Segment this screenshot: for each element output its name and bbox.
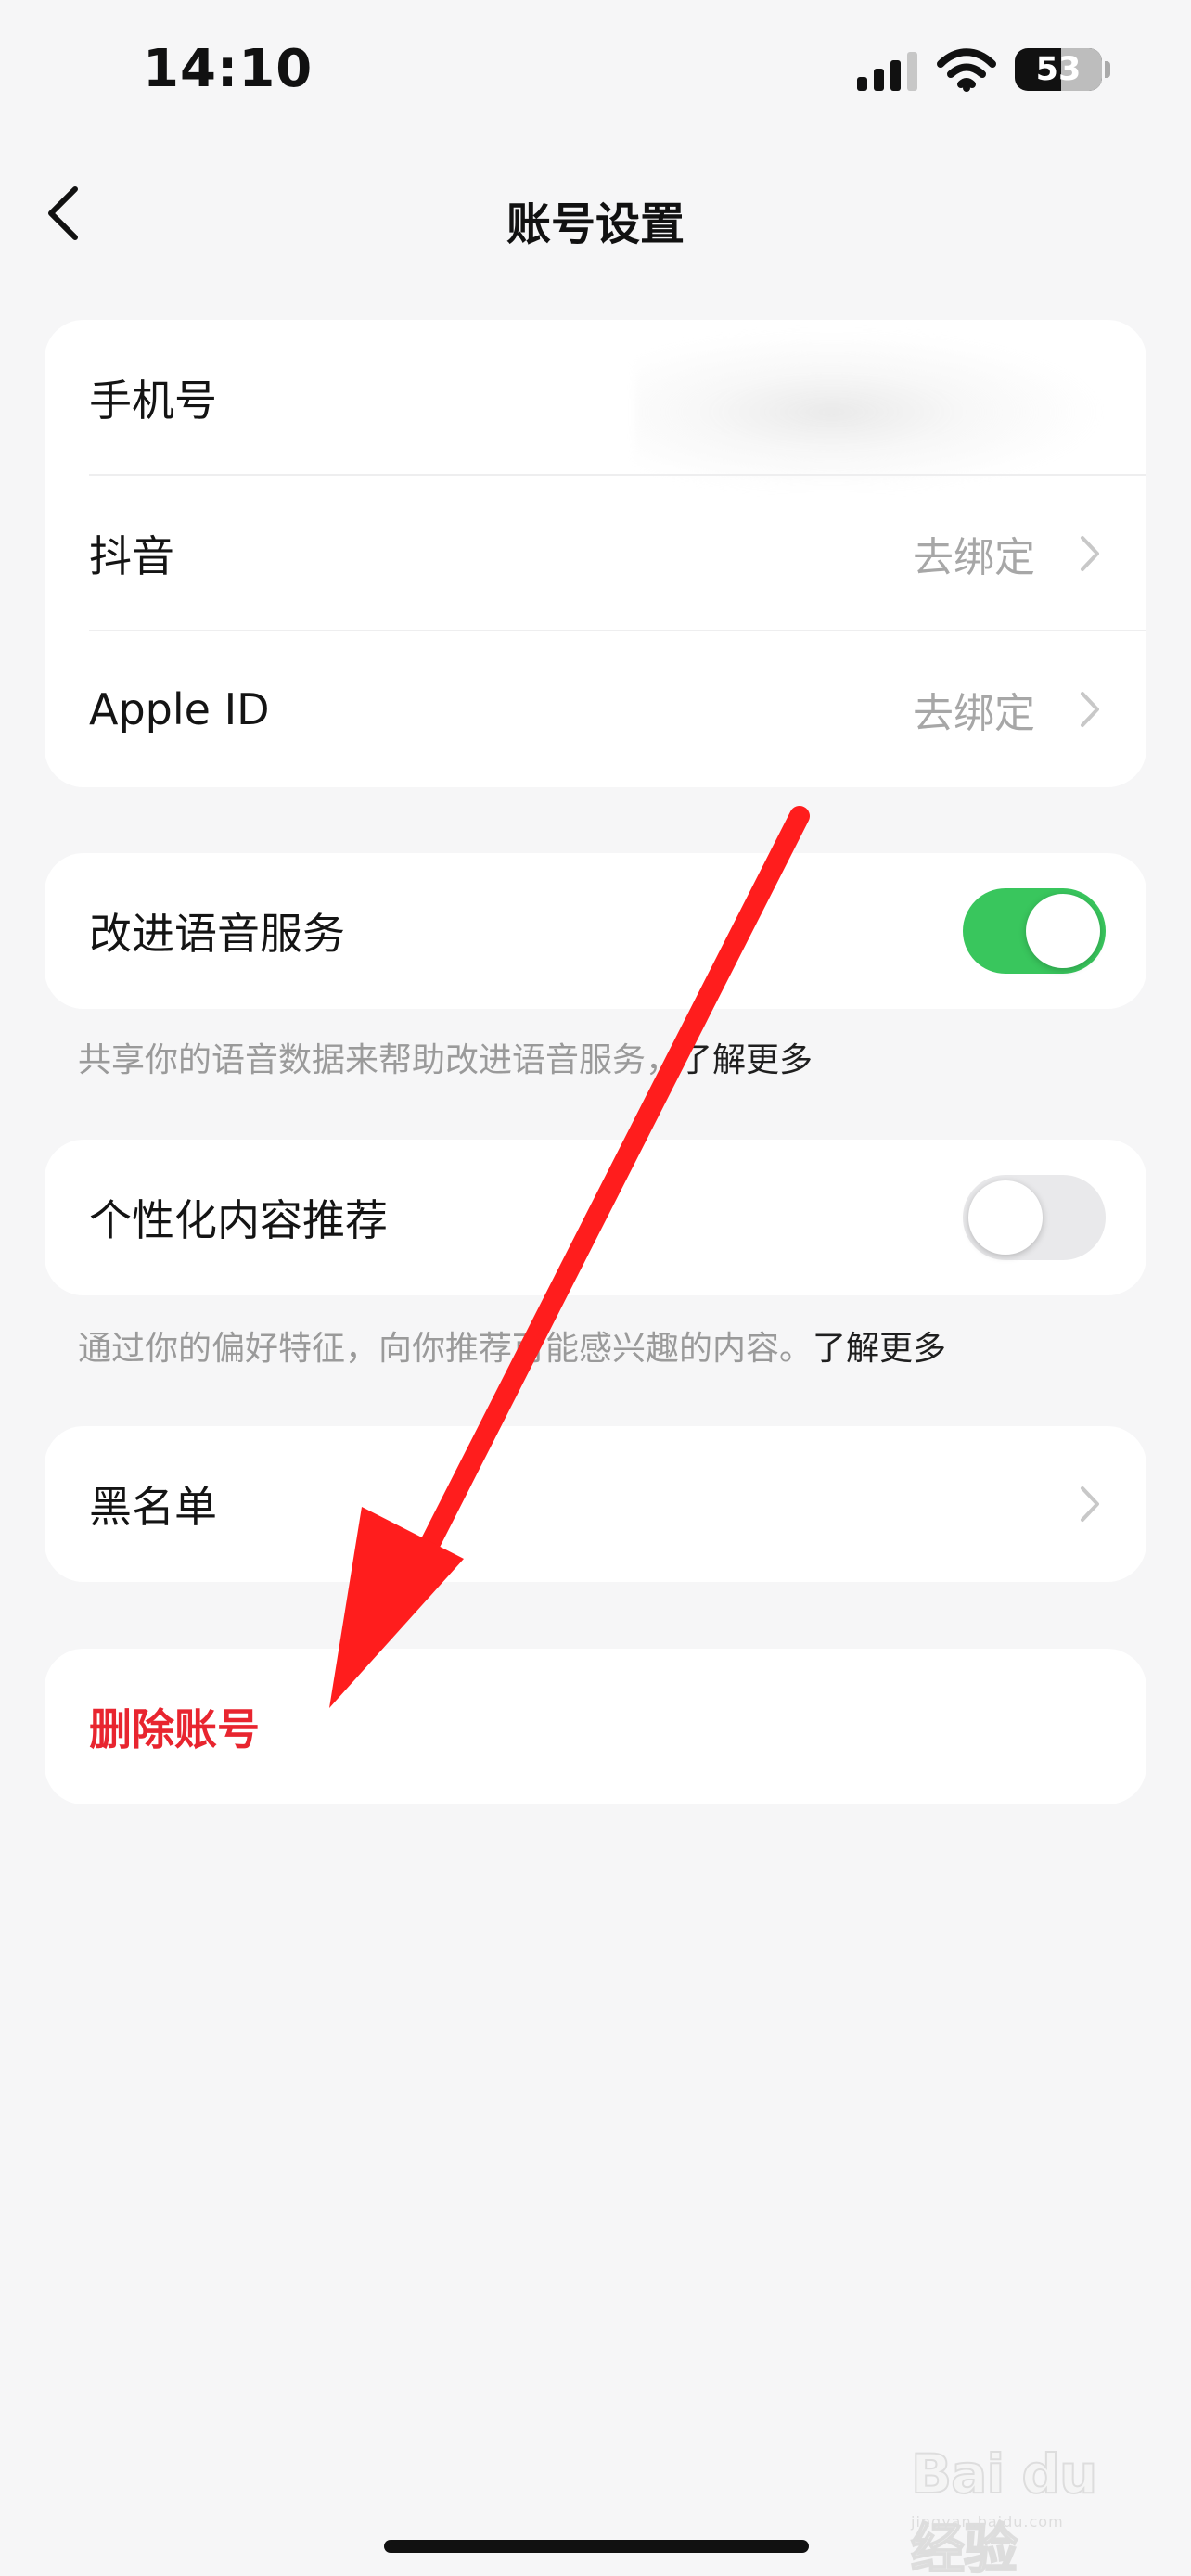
- blurred-phone-number: [634, 329, 1104, 489]
- blacklist-label: 黑名单: [89, 1482, 217, 1532]
- delete-account-label: 删除账号: [89, 1704, 260, 1754]
- navigation-bar: 账号设置: [0, 148, 1191, 278]
- voice-service-caption: 共享你的语音数据来帮助改进语音服务，了解更多: [78, 1033, 1126, 1081]
- douyin-label: 抖音: [89, 531, 174, 581]
- voice-service-row: 改进语音服务: [45, 853, 1146, 1009]
- status-bar: 14:10 53: [0, 0, 1191, 139]
- page-title: 账号设置: [506, 198, 685, 250]
- chevron-right-icon: [1081, 536, 1099, 571]
- voice-service-label: 改进语音服务: [89, 909, 345, 959]
- phone-number-row[interactable]: 手机号: [45, 320, 1146, 489]
- phone-number-label: 手机号: [89, 376, 217, 426]
- personalized-content-row: 个性化内容推荐: [45, 1140, 1146, 1295]
- account-binding-card: 手机号 抖音 去绑定 Apple ID 去绑定: [45, 320, 1146, 787]
- home-indicator: [384, 2540, 809, 2553]
- battery-icon: 53: [1015, 48, 1102, 91]
- personalized-content-learn-more-link[interactable]: 了解更多: [813, 1330, 946, 1368]
- personalized-content-toggle[interactable]: [963, 1175, 1106, 1260]
- delete-account-card: 删除账号: [45, 1649, 1146, 1804]
- voice-service-caption-text: 共享你的语音数据来帮助改进语音服务，: [78, 1041, 680, 1079]
- baidu-jingyan-watermark: Bai du 经验 jingyan.baidu.com: [910, 2431, 1152, 2576]
- douyin-binding-row[interactable]: 抖音 去绑定: [45, 476, 1146, 631]
- watermark-logo-text: Bai du 经验: [910, 2442, 1098, 2576]
- apple-id-label: Apple ID: [89, 684, 270, 734]
- voice-service-toggle[interactable]: [963, 888, 1106, 974]
- voice-service-card: 改进语音服务: [45, 853, 1146, 1009]
- apple-id-bind-action[interactable]: 去绑定: [913, 680, 1035, 739]
- delete-account-row[interactable]: 删除账号: [45, 1649, 1146, 1804]
- toggle-knob: [968, 1180, 1043, 1255]
- douyin-bind-action[interactable]: 去绑定: [913, 524, 1035, 583]
- chevron-right-icon: [1081, 692, 1099, 727]
- battery-percentage: 53: [1035, 50, 1082, 88]
- blacklist-row[interactable]: 黑名单: [45, 1426, 1146, 1582]
- voice-service-learn-more-link[interactable]: 了解更多: [679, 1041, 813, 1079]
- battery-tip-icon: [1105, 61, 1110, 78]
- toggle-knob: [1026, 894, 1100, 968]
- account-settings-screen: 14:10 53 账号设置 手机号 抖音 去绑定 Apple ID 去绑定 改进…: [0, 0, 1191, 2576]
- personalized-content-card: 个性化内容推荐: [45, 1140, 1146, 1295]
- status-time: 14:10: [143, 39, 314, 99]
- wifi-icon: [937, 48, 996, 92]
- blacklist-card: 黑名单: [45, 1426, 1146, 1582]
- personalized-content-label: 个性化内容推荐: [89, 1195, 388, 1245]
- apple-id-binding-row[interactable]: Apple ID 去绑定: [45, 631, 1146, 787]
- personalized-content-caption: 通过你的偏好特征，向你推荐可能感兴趣的内容。了解更多: [78, 1321, 1126, 1370]
- cellular-signal-icon: [857, 52, 917, 91]
- chevron-right-icon: [1081, 1486, 1099, 1522]
- watermark-url-text: jingyan.baidu.com: [911, 2513, 1064, 2531]
- personalized-content-caption-text: 通过你的偏好特征，向你推荐可能感兴趣的内容。: [78, 1330, 813, 1368]
